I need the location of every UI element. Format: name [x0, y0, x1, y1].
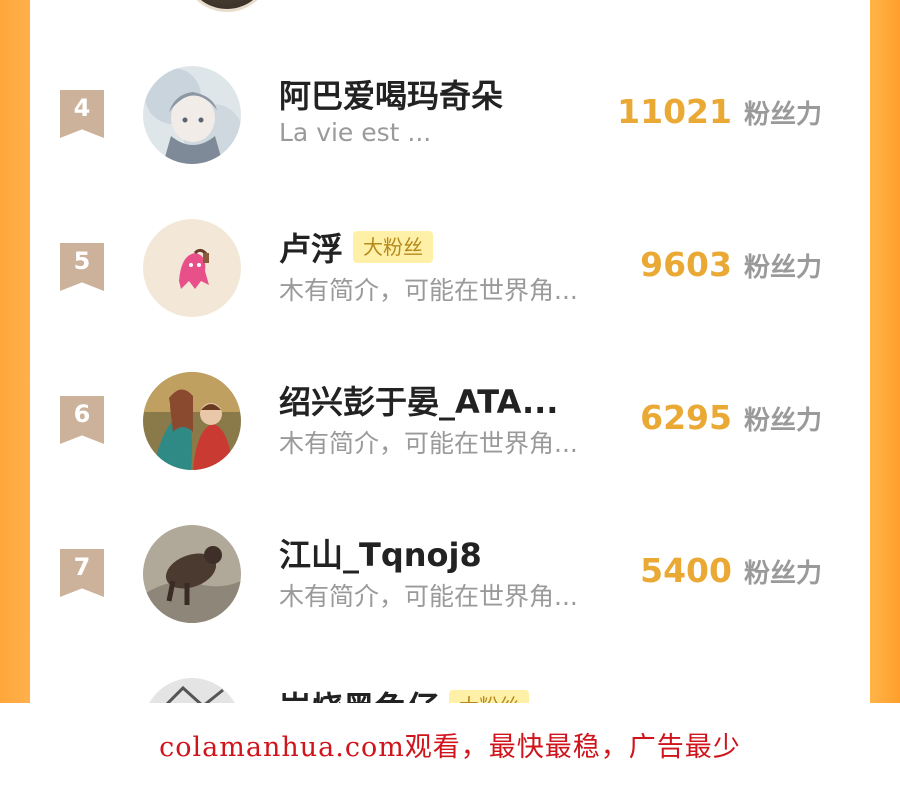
- avatar-image-anime-girl: [143, 66, 241, 164]
- user-name[interactable]: 绍兴彭于晏_ATA...: [279, 377, 558, 423]
- score: 5400 粉丝力: [640, 551, 822, 590]
- rank-badge: 7: [60, 549, 104, 597]
- ranking-frame: 4 阿巴爱喝玛奇朵 La vie est ... 11021 粉丝力 5 卢浮 …: [0, 0, 900, 703]
- avatar-image-couple: [143, 372, 241, 470]
- avatar[interactable]: [143, 372, 241, 470]
- avatar-image-pink-ghost: [143, 219, 241, 317]
- avatar[interactable]: [143, 219, 241, 317]
- avatar-image-sketch: [143, 678, 241, 703]
- score-unit: 粉丝力: [743, 406, 822, 436]
- ranking-row[interactable]: 7 江山_Tqnoj8 木有简介，可能在世界角... 5400 粉丝力: [30, 519, 870, 629]
- score: 9603 粉丝力: [640, 245, 822, 284]
- ranking-row[interactable]: 5 卢浮 大粉丝 木有简介，可能在世界角... 9603 粉丝力: [30, 213, 870, 323]
- score-value: 6295: [640, 398, 732, 437]
- avatar-image-animal: [143, 525, 241, 623]
- score: 11021 粉丝力: [617, 92, 822, 131]
- avatar[interactable]: [143, 66, 241, 164]
- avatar-previous-entry[interactable]: [182, 0, 272, 12]
- big-fan-badge: 大粉丝: [449, 690, 530, 703]
- avatar[interactable]: [143, 525, 241, 623]
- user-bio: 木有简介，可能在世界角...: [279, 276, 578, 305]
- ranking-row[interactable]: 6 绍兴彭于晏_ATA... 木有简介，可能在世界角... 6295 粉丝力: [30, 366, 870, 476]
- rank-badge: 4: [60, 90, 104, 138]
- user-name[interactable]: 江山_Tqnoj8: [279, 530, 482, 576]
- rank-badge: 5: [60, 243, 104, 291]
- score-value: 9603: [640, 245, 732, 284]
- score: 6295 粉丝力: [640, 398, 822, 437]
- score-unit: 粉丝力: [743, 100, 822, 130]
- score-unit: 粉丝力: [743, 559, 822, 589]
- watermark-text: colamanhua.com观看，最快最稳，广告最少: [159, 732, 741, 763]
- watermark-footer: colamanhua.com观看，最快最稳，广告最少: [0, 703, 900, 802]
- avatar[interactable]: [143, 678, 241, 703]
- rank-badge: 6: [60, 396, 104, 444]
- user-name[interactable]: 卢浮: [279, 224, 343, 270]
- big-fan-badge: 大粉丝: [353, 231, 434, 263]
- ranking-row[interactable]: 岩烧黑兔仔 大粉丝: [30, 672, 870, 703]
- user-name[interactable]: 岩烧黑兔仔: [279, 683, 439, 703]
- score-value: 5400: [640, 551, 732, 590]
- user-bio: 木有简介，可能在世界角...: [279, 582, 578, 611]
- score-value: 11021: [617, 92, 732, 131]
- user-bio: 木有简介，可能在世界角...: [279, 429, 578, 458]
- score-unit: 粉丝力: [743, 253, 822, 283]
- user-name[interactable]: 阿巴爱喝玛奇朵: [279, 71, 503, 117]
- ranking-panel: 4 阿巴爱喝玛奇朵 La vie est ... 11021 粉丝力 5 卢浮 …: [30, 0, 870, 703]
- user-bio: La vie est ...: [279, 118, 432, 147]
- ranking-row[interactable]: 4 阿巴爱喝玛奇朵 La vie est ... 11021 粉丝力: [30, 60, 870, 170]
